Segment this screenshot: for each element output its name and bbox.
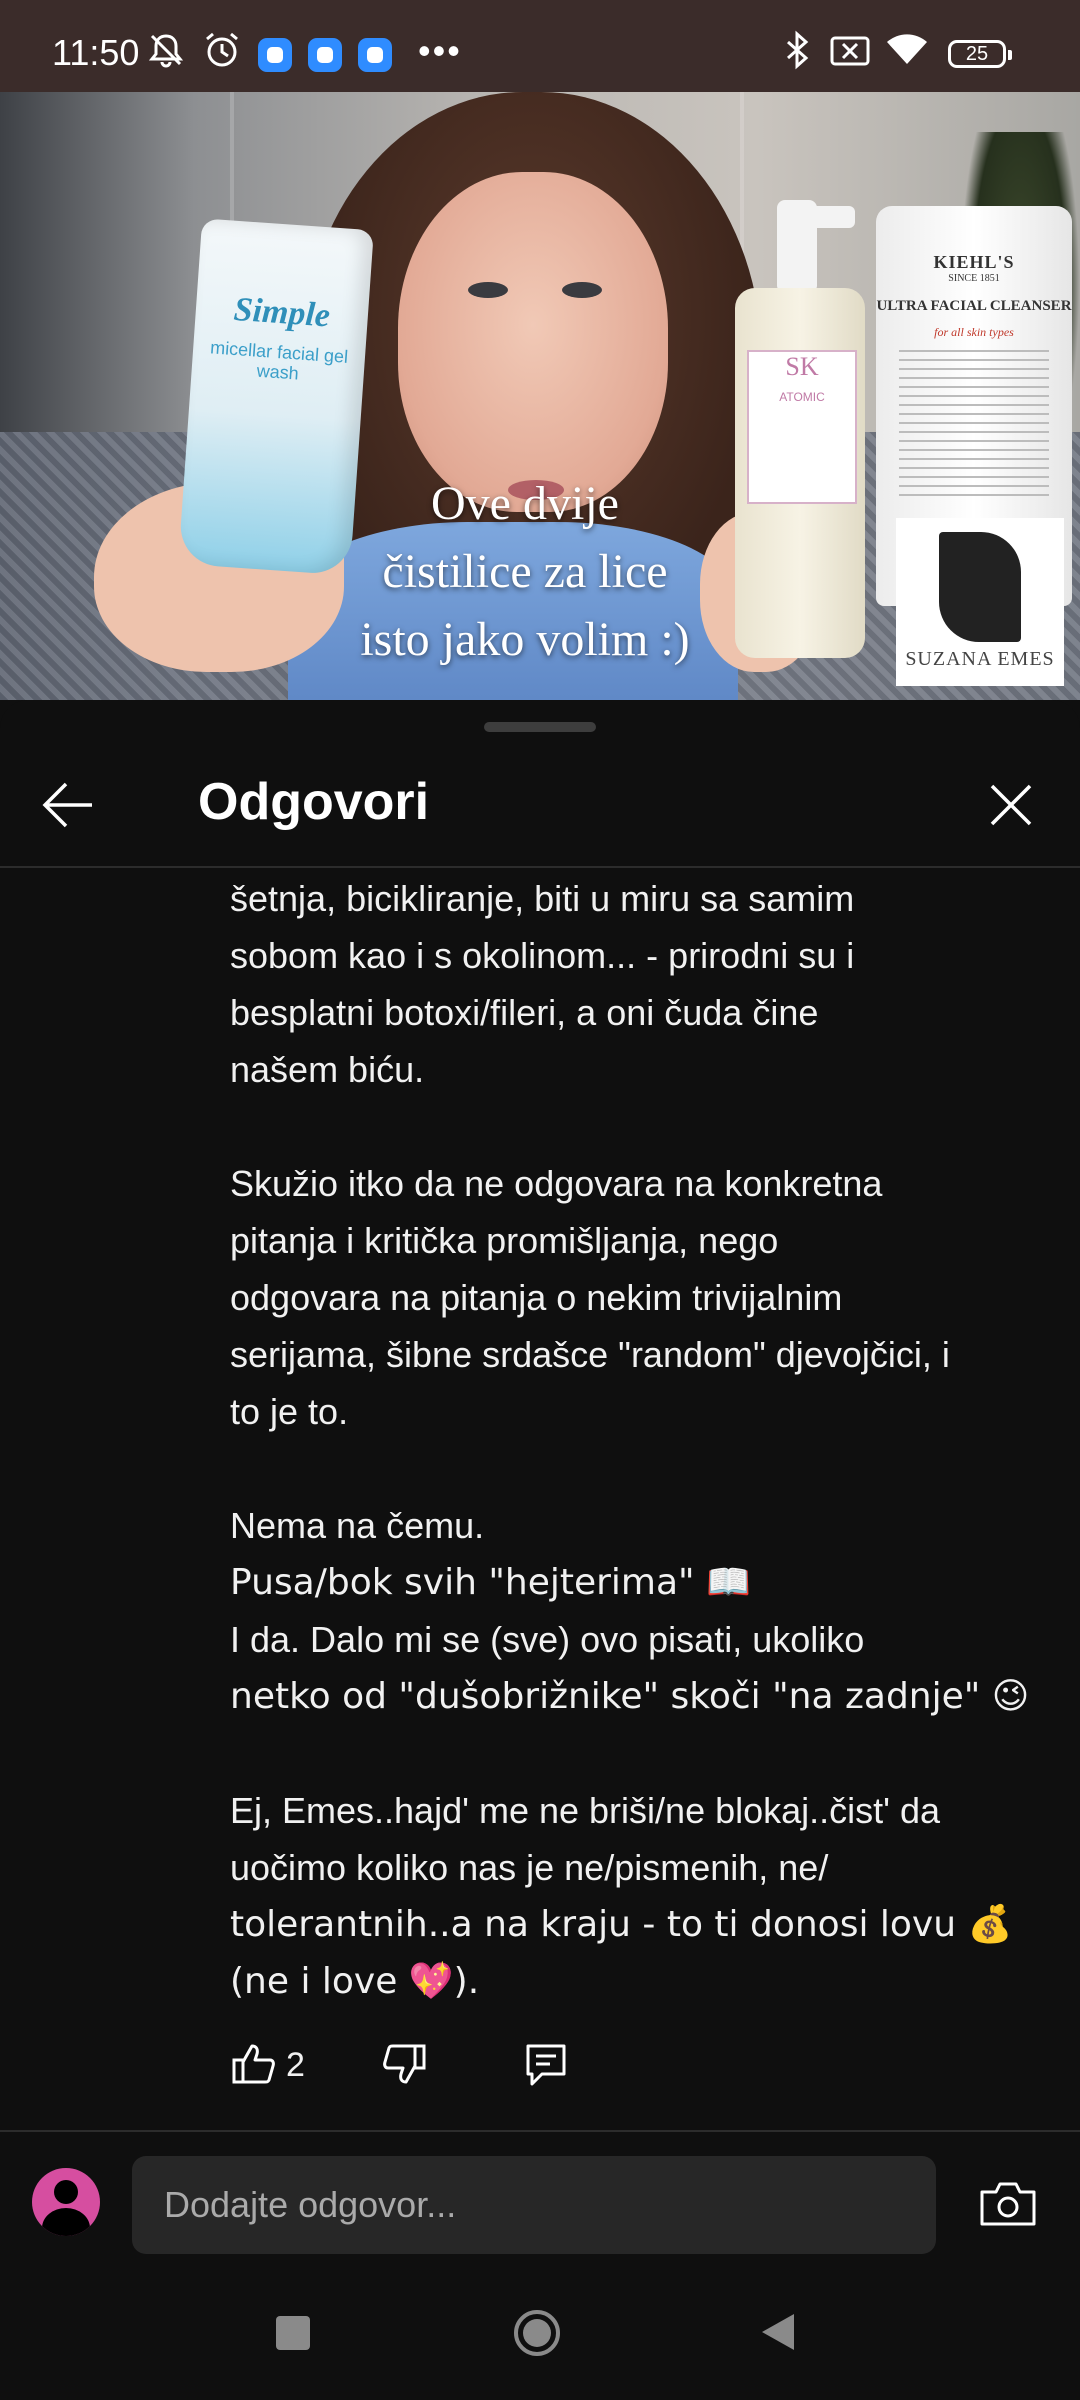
sk-label: SK ATOMIC	[747, 350, 857, 504]
back-arrow-icon[interactable]	[34, 770, 104, 840]
home-icon[interactable]	[512, 2308, 562, 2358]
comment-line: besplatni botoxi/fileri, a oni čuda čine	[230, 992, 819, 1033]
battery-icon: 25	[948, 40, 1012, 68]
panel-title: Odgovori	[198, 773, 430, 831]
video-caption-line: čistilice za lice	[382, 545, 668, 598]
reply-icon[interactable]	[522, 2040, 570, 2088]
reply-composer	[0, 2132, 1080, 2272]
wifi-icon	[887, 34, 927, 64]
comment-line: Nema na čemu.	[230, 1505, 485, 1546]
pump-head	[777, 200, 817, 290]
close-icon[interactable]	[976, 770, 1046, 840]
video-caption: Ove dvije čistilice za lice isto jako vo…	[300, 470, 750, 674]
replies-panel: Odgovori šetnja, bicikliranje, biti u mi…	[0, 700, 1080, 2140]
app-notification-icon	[258, 38, 292, 72]
comment-line: sobom kao i s okolinom... - prirodni su …	[230, 935, 855, 976]
system-nav-bar	[0, 2272, 1080, 2400]
drag-handle[interactable]	[484, 722, 596, 732]
comment-line: našem biću.	[230, 1049, 425, 1090]
header-divider	[0, 866, 1080, 868]
avatar-head	[54, 2180, 78, 2204]
avatar-body	[42, 2208, 90, 2236]
comment-line: odgovara na pitanja o nekim trivijalnim	[230, 1277, 843, 1318]
simple-product-name: micellar facial gel wash	[209, 337, 349, 384]
status-time: 11:50	[52, 32, 140, 73]
comment-text: šetnja, bicikliranje, biti u miru sa sam…	[230, 870, 1030, 2010]
video-caption-line: isto jako volim :)	[360, 613, 690, 666]
comment-actions: 2	[230, 2040, 830, 2100]
kiehls-skin-type: for all skin types	[934, 325, 1014, 339]
comment-line: I da. Dalo mi se (sve) ovo pisati, ukoli…	[230, 1619, 865, 1660]
like-count: 2	[286, 2046, 305, 2084]
back-icon[interactable]	[760, 2312, 796, 2352]
reply-input[interactable]	[132, 2156, 936, 2254]
person-eye	[468, 282, 508, 298]
video-player[interactable]: Simple micellar facial gel wash SK ATOMI…	[0, 92, 1080, 700]
comment-line: netko od "dušobrižnike" skoči "na zadnje…	[230, 1676, 1030, 1717]
comment-line: pitanja i kritička promišljanja, nego	[230, 1220, 779, 1261]
comment-line: Skužio itko da ne odgovara na konkretna	[230, 1163, 883, 1204]
no-sim-icon	[830, 36, 870, 66]
video-caption-line: Ove dvije	[431, 477, 619, 530]
comment-line: (ne i love 💖).	[230, 1961, 480, 2002]
sk-logo: SK	[785, 352, 819, 381]
person-eye	[562, 282, 602, 298]
app-notification-icon	[308, 38, 342, 72]
watermark-text: SUZANA EMES	[905, 648, 1055, 670]
avatar-icon[interactable]	[32, 2168, 100, 2236]
watermark-logo	[939, 532, 1021, 642]
comment-line: tolerantnih..a na kraju - to ti donosi l…	[230, 1904, 1013, 1945]
comment-line: Ej, Emes..hajd' me ne briši/ne blokaj..č…	[230, 1790, 941, 1831]
comment-line: to je to.	[230, 1391, 349, 1432]
recent-apps-icon[interactable]	[276, 2316, 310, 2350]
alarm-icon	[206, 32, 238, 67]
kiehls-fine-print	[899, 350, 1049, 500]
comment-line: Pusa/bok svih "hejterima" 📖	[230, 1562, 751, 1603]
more-icon: •••	[418, 30, 462, 71]
sk-atomic-pump-bottle: SK ATOMIC	[735, 200, 865, 660]
camera-icon[interactable]	[978, 2178, 1038, 2230]
status-bar: 11:50 ••• 25	[0, 0, 1080, 92]
bluetooth-icon	[787, 30, 809, 70]
comment-line: uočimo koliko nas je ne/pismenih, ne/	[230, 1847, 829, 1888]
kiehls-since: SINCE 1851	[948, 273, 1000, 284]
simple-brand: Simple	[232, 290, 332, 335]
comment-line: serijama, šibne srdašce "random" djevojč…	[230, 1334, 950, 1375]
sk-product-name: ATOMIC	[779, 390, 825, 404]
thumbs-down-icon[interactable]	[380, 2040, 428, 2088]
silent-bell-icon	[148, 34, 184, 68]
person-face	[398, 172, 668, 512]
app-notification-icon	[358, 38, 392, 72]
comment-line: šetnja, bicikliranje, biti u miru sa sam…	[230, 878, 855, 919]
channel-watermark: SUZANA EMES	[896, 518, 1064, 686]
kiehls-product-name: ULTRA FACIAL CLEANSER	[876, 298, 1072, 314]
kiehls-brand: KIEHL'S	[933, 252, 1015, 272]
thumbs-up-icon[interactable]	[230, 2040, 278, 2088]
